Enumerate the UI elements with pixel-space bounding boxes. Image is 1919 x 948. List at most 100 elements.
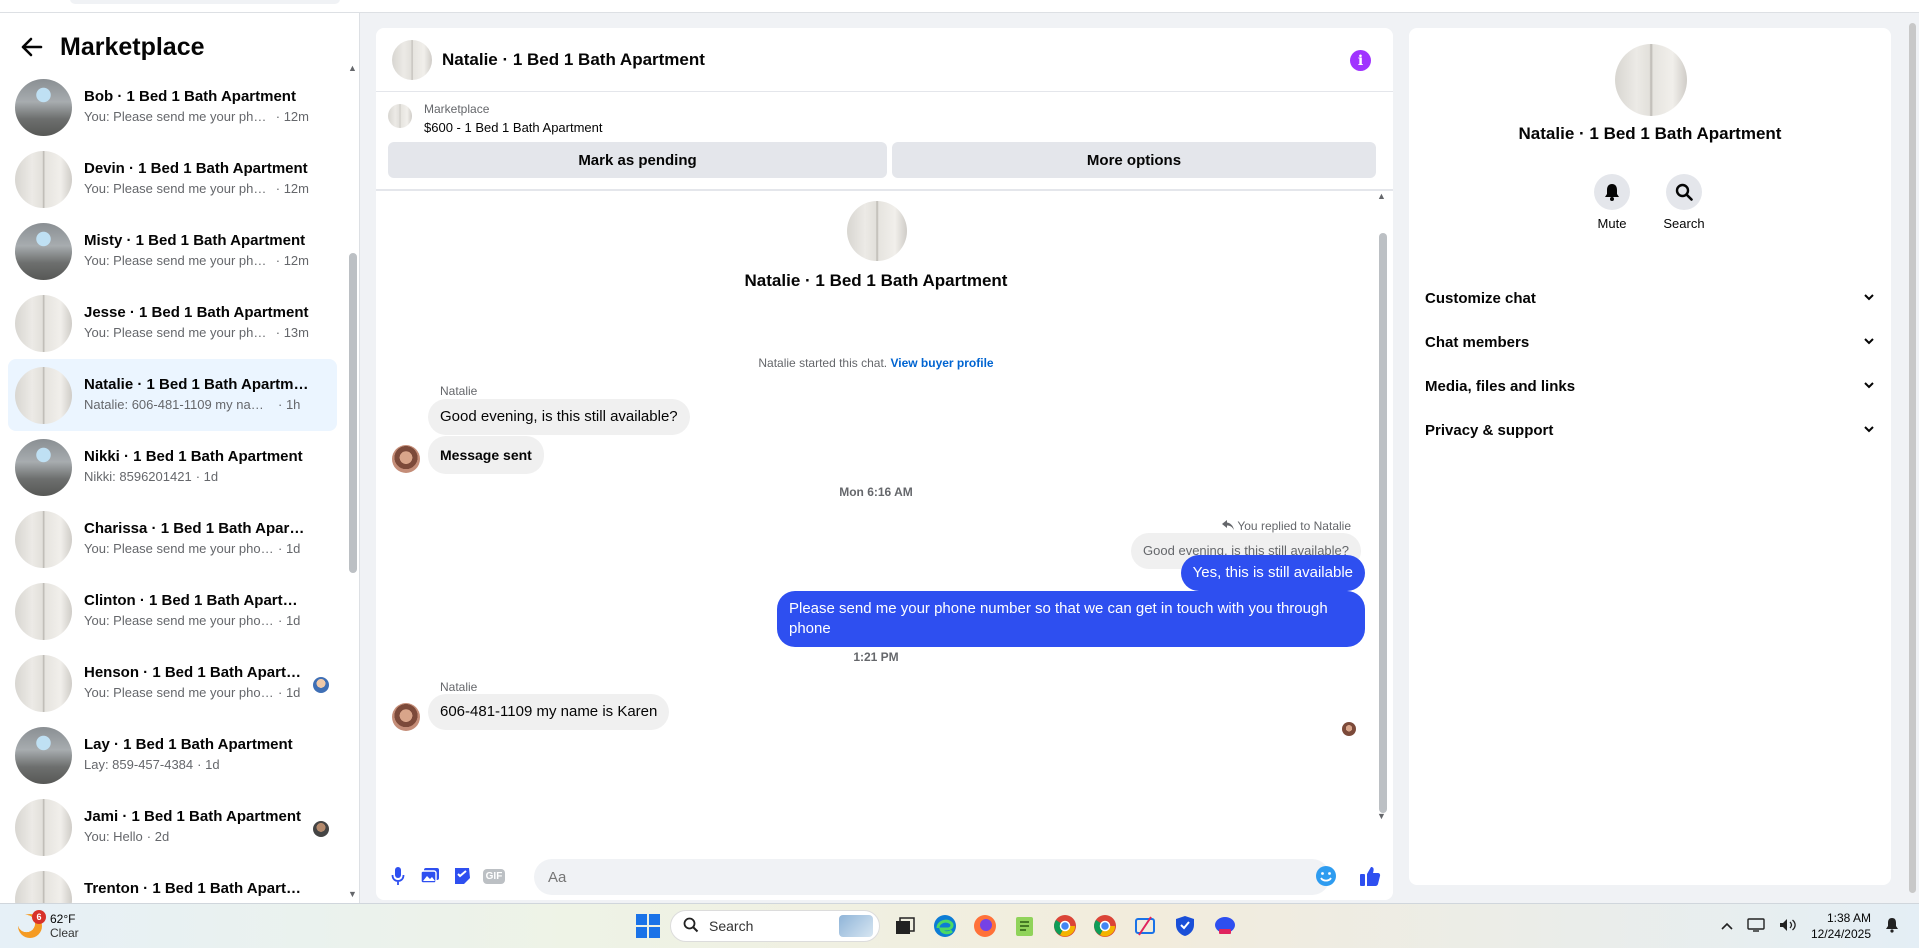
page-scrollbar-thumb[interactable] bbox=[1909, 23, 1916, 893]
bell-icon[interactable] bbox=[1594, 174, 1630, 210]
listing-thumbnail[interactable] bbox=[388, 104, 412, 128]
conversation-preview: You: Please send me your phone n... bbox=[84, 541, 274, 556]
network-icon[interactable] bbox=[1747, 917, 1765, 935]
contact-profile-avatar[interactable] bbox=[847, 201, 907, 261]
taskbar-search[interactable]: Search bbox=[670, 910, 880, 942]
conversation-item[interactable]: Jesse · 1 Bed 1 Bath Apartment You: Pleas… bbox=[8, 287, 337, 359]
windows-taskbar: 6 62°F Clear Search 1:38 AM 12/24/2025 bbox=[0, 903, 1919, 948]
chevron-down-icon bbox=[1863, 334, 1875, 351]
conversation-item[interactable]: Misty · 1 Bed 1 Bath Apartment You: Pleas… bbox=[8, 215, 337, 287]
conversation-thumbnail bbox=[15, 510, 72, 568]
info-icon[interactable]: i bbox=[1350, 50, 1371, 71]
clock[interactable]: 1:38 AM 12/24/2025 bbox=[1811, 910, 1871, 942]
replied-label: You replied to Natalie bbox=[1222, 519, 1351, 533]
conversation-item[interactable]: Henson · 1 Bed 1 Bath Apartm... You: Plea… bbox=[8, 647, 337, 719]
listing-source: Marketplace bbox=[424, 102, 490, 116]
conversation-item[interactable]: Jami · 1 Bed 1 Bath Apartment You: Hello ·… bbox=[8, 791, 337, 863]
chrome-icon[interactable] bbox=[1050, 911, 1080, 941]
conversation-preview: You: Please send me your phone ... bbox=[84, 253, 272, 268]
conversation-item[interactable]: Charissa · 1 Bed 1 Bath Apartment You: Pl… bbox=[8, 503, 337, 575]
sender-avatar[interactable] bbox=[392, 703, 420, 731]
details-section-row[interactable]: Chat members bbox=[1425, 320, 1875, 364]
chevron-up-icon[interactable] bbox=[1721, 919, 1733, 933]
search-icon[interactable] bbox=[1666, 174, 1702, 210]
conversation-name: Jami · 1 Bed 1 Bath Apartment bbox=[84, 808, 301, 825]
chevron-down-icon bbox=[1863, 290, 1875, 307]
details-section-label: Media, files and links bbox=[1425, 377, 1576, 395]
conversation-item[interactable]: Devin · 1 Bed 1 Bath Apartment You: Pleas… bbox=[8, 143, 337, 215]
chat-scroll-down-icon[interactable]: ▼ bbox=[1377, 811, 1386, 821]
conversation-item[interactable]: Nikki · 1 Bed 1 Bath Apartment Nikki: 859… bbox=[8, 431, 337, 503]
conversation-preview: You: Please send me your phone n... bbox=[84, 613, 274, 628]
weather-widget[interactable]: 6 62°F Clear bbox=[18, 910, 79, 940]
thumbs-up-icon[interactable] bbox=[1358, 864, 1382, 888]
conversation-item[interactable]: Lay · 1 Bed 1 Bath Apartment Lay: 859-457… bbox=[8, 719, 337, 791]
gif-icon[interactable]: GIF bbox=[482, 864, 506, 888]
conversation-item[interactable]: Bob · 1 Bed 1 Bath Apartment You: Please … bbox=[8, 71, 337, 143]
chrome-profile-icon[interactable] bbox=[1090, 911, 1120, 941]
incoming-message[interactable]: 606-481-1109 my name is Karen bbox=[428, 694, 670, 730]
replied-text: You replied to Natalie bbox=[1237, 519, 1351, 533]
windows-start-icon[interactable] bbox=[636, 914, 660, 938]
chat-title[interactable]: Natalie · 1 Bed 1 Bath Apartment bbox=[442, 50, 705, 70]
weather-temp: 62°F bbox=[50, 912, 76, 926]
sender-avatar[interactable] bbox=[392, 445, 420, 473]
search-action[interactable]: Search bbox=[1654, 174, 1714, 231]
conversation-item[interactable]: Trenton · 1 Bed 1 Bath ApartmentYou: Hel… bbox=[8, 863, 337, 903]
details-section-row[interactable]: Privacy & support bbox=[1425, 408, 1875, 452]
snipping-tool-icon[interactable] bbox=[1130, 911, 1160, 941]
conversation-thumbnail bbox=[15, 222, 72, 280]
outgoing-message[interactable]: Please send me your phone number so that… bbox=[777, 591, 1365, 647]
back-arrow-icon[interactable] bbox=[18, 33, 46, 61]
outgoing-message[interactable]: Yes, this is still available bbox=[1180, 555, 1365, 591]
firefox-icon[interactable] bbox=[970, 911, 1000, 941]
sidebar-scrollbar[interactable] bbox=[349, 253, 357, 573]
sender-name: Natalie bbox=[440, 680, 478, 694]
details-section-row[interactable]: Media, files and links bbox=[1425, 364, 1875, 408]
conversation-item[interactable]: Natalie · 1 Bed 1 Bath Apartment Natalie:… bbox=[8, 359, 337, 431]
mark-as-pending-button[interactable]: Mark as pending bbox=[388, 142, 887, 178]
microphone-icon[interactable] bbox=[386, 864, 410, 888]
details-section-label: Privacy & support bbox=[1425, 421, 1554, 439]
details-avatar[interactable] bbox=[1615, 44, 1687, 116]
edge-browser-icon[interactable] bbox=[930, 911, 960, 941]
conversation-name: Charissa · 1 Bed 1 Bath Apartment bbox=[84, 520, 309, 537]
more-options-button[interactable]: More options bbox=[892, 142, 1376, 178]
taskbar-search-label: Search bbox=[709, 918, 754, 934]
volume-icon[interactable] bbox=[1779, 918, 1797, 935]
conversation-time: · 13m bbox=[275, 325, 309, 340]
emoji-icon[interactable] bbox=[1314, 864, 1338, 888]
conversation-thumbnail bbox=[15, 870, 72, 903]
chat-scroll-up-icon[interactable]: ▲ bbox=[1377, 191, 1386, 201]
chat-avatar[interactable] bbox=[392, 39, 432, 80]
conversation-thumbnail bbox=[15, 150, 72, 208]
chat-started-notice: Natalie started this chat. View buyer pr… bbox=[376, 356, 1376, 370]
message-input[interactable] bbox=[534, 859, 1330, 895]
page-scrollbar[interactable] bbox=[1906, 13, 1919, 903]
listing-price-title[interactable]: $600 - 1 Bed 1 Bath Apartment bbox=[424, 120, 603, 135]
notification-bell-icon[interactable] bbox=[1885, 917, 1899, 936]
top-search-pill[interactable] bbox=[70, 0, 340, 4]
messenger-app-icon[interactable] bbox=[1210, 911, 1240, 941]
conversation-item[interactable]: Clinton · 1 Bed 1 Bath Apartment You: Ple… bbox=[8, 575, 337, 647]
scroll-up-arrow-icon[interactable]: ▲ bbox=[348, 63, 357, 73]
photo-icon[interactable] bbox=[418, 864, 442, 888]
chat-scrollbar[interactable] bbox=[1379, 233, 1387, 813]
view-buyer-profile-link[interactable]: View buyer profile bbox=[890, 356, 993, 370]
conversation-name: Bob · 1 Bed 1 Bath Apartment bbox=[84, 88, 296, 105]
sticker-icon[interactable] bbox=[450, 864, 474, 888]
sidebar-title: Marketplace bbox=[60, 32, 205, 61]
chat-details-panel: Natalie · 1 Bed 1 Bath Apartment Mute Se… bbox=[1409, 28, 1891, 885]
task-view-icon[interactable] bbox=[890, 911, 920, 941]
scroll-down-arrow-icon[interactable]: ▼ bbox=[348, 889, 357, 899]
notepad-plus-icon[interactable] bbox=[1010, 911, 1040, 941]
conversation-time: · 1d bbox=[278, 613, 301, 628]
conversation-preview: Natalie: 606-481-1109 my name is ... bbox=[84, 397, 274, 412]
conversation-name: Natalie · 1 Bed 1 Bath Apartment bbox=[84, 376, 309, 393]
incoming-message[interactable]: Message sent bbox=[428, 436, 544, 474]
incoming-message[interactable]: Good evening, is this still available? bbox=[428, 399, 690, 435]
vpn-shield-icon[interactable] bbox=[1170, 911, 1200, 941]
mute-action[interactable]: Mute bbox=[1582, 174, 1642, 231]
conversation-name: Devin · 1 Bed 1 Bath Apartment bbox=[84, 160, 308, 177]
details-section-row[interactable]: Customize chat bbox=[1425, 276, 1875, 320]
